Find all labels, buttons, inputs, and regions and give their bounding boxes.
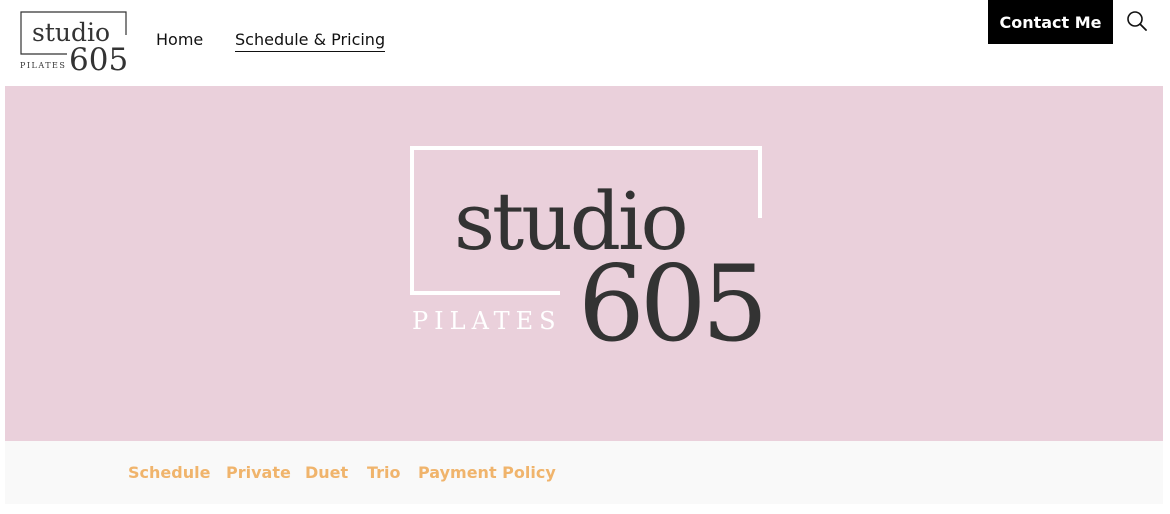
hero-logo: studio 605 PILATES (410, 146, 765, 346)
contact-me-button[interactable]: Contact Me (988, 0, 1113, 44)
subnav-duet[interactable]: Duet (305, 463, 348, 482)
pricing-subnav: Schedule Private Duet Trio Payment Polic… (5, 441, 1163, 504)
subnav-trio[interactable]: Trio (367, 463, 401, 482)
site-logo[interactable]: studio 605 PILATES (20, 11, 128, 73)
site-header: studio 605 PILATES Home Schedule & Prici… (0, 0, 1170, 86)
hero-wordmark-number: 605 (578, 243, 763, 346)
hero-banner: studio 605 PILATES (5, 86, 1163, 441)
subnav-private[interactable]: Private (226, 463, 291, 482)
logo-wordmark-pilates: PILATES (20, 61, 66, 70)
search-icon[interactable] (1126, 10, 1148, 32)
subnav-payment-policy[interactable]: Payment Policy (418, 463, 556, 482)
nav-home[interactable]: Home (156, 30, 203, 49)
logo-wordmark-number: 605 (69, 42, 128, 73)
subnav-schedule[interactable]: Schedule (128, 463, 210, 482)
hero-wordmark-pilates: PILATES (412, 307, 562, 335)
nav-schedule-pricing[interactable]: Schedule & Pricing (235, 30, 386, 52)
